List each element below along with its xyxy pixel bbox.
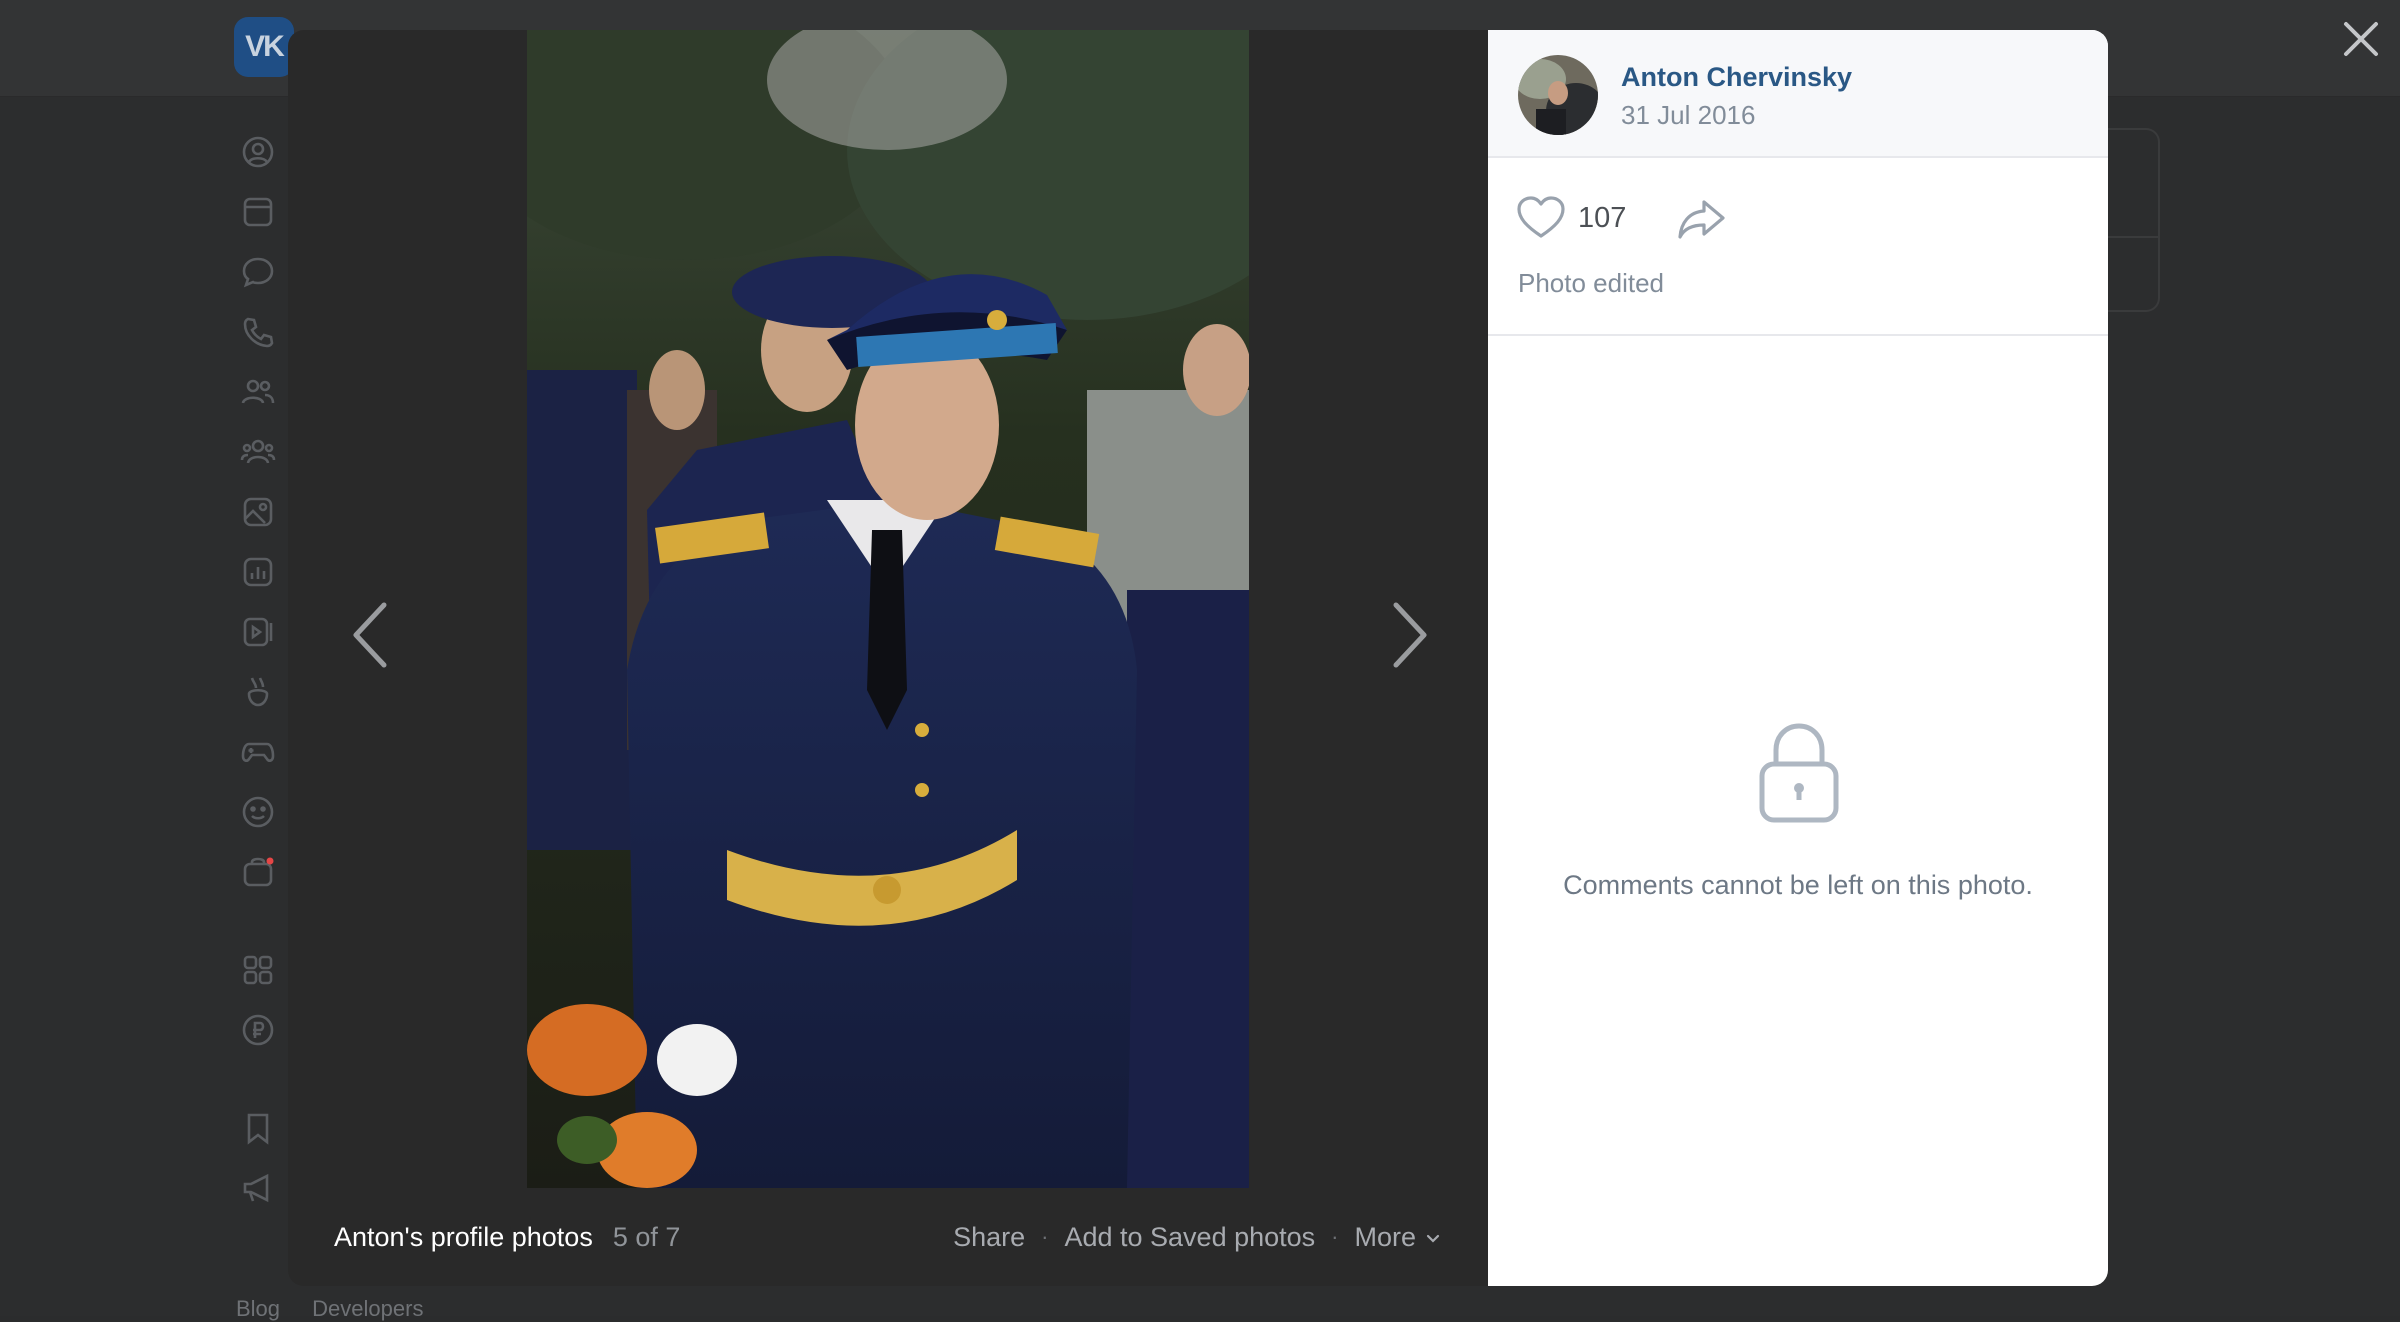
footer-link-blog[interactable]: Blog	[236, 1296, 280, 1321]
profile-icon[interactable]	[236, 130, 280, 174]
friends-icon[interactable]	[236, 370, 280, 414]
add-to-saved-link[interactable]: Add to Saved photos	[1064, 1222, 1315, 1253]
photo-viewer: Anton's profile photos 5 of 7 Share · Ad…	[288, 30, 2108, 1286]
like-button[interactable]: 107	[1516, 196, 1626, 240]
comments-disabled-message: Comments cannot be left on this photo.	[1563, 870, 2033, 900]
close-icon	[2344, 22, 2378, 56]
photo-area: Anton's profile photos 5 of 7 Share · Ad…	[288, 30, 1488, 1286]
close-viewer-button[interactable]	[2338, 16, 2384, 62]
market-icon[interactable]	[236, 850, 280, 894]
share-arrow-icon	[1678, 200, 1725, 239]
clips-icon[interactable]	[236, 670, 280, 714]
footer-link-developers[interactable]: Developers	[312, 1296, 423, 1321]
album-title-link[interactable]: Anton's profile photos	[334, 1222, 593, 1253]
author-header: Anton Chervinsky 31 Jul 2016	[1488, 30, 2108, 158]
share-button[interactable]	[1676, 196, 1728, 242]
author-name-link[interactable]: Anton Chervinsky	[1621, 62, 1852, 93]
photo-date[interactable]: 31 Jul 2016	[1621, 100, 1755, 131]
games-icon[interactable]	[236, 730, 280, 774]
background-card	[2108, 128, 2160, 312]
photo-image	[527, 30, 1249, 1188]
music-icon[interactable]	[236, 550, 280, 594]
services-icon[interactable]	[236, 948, 280, 992]
lock-icon	[1756, 720, 1842, 824]
separator-dot: ·	[1331, 1224, 1339, 1249]
photo-footer: Anton's profile photos 5 of 7 Share · Ad…	[288, 1188, 1488, 1286]
photo-reactions: 107 Photo edited	[1488, 158, 2108, 336]
more-label: More	[1354, 1221, 1416, 1252]
avatar[interactable]	[1518, 55, 1598, 135]
photo-position: 5 of 7	[612, 1221, 681, 1252]
photo-side-panel: Anton Chervinsky 31 Jul 2016 107 Photo e…	[1488, 30, 2108, 1286]
photo[interactable]	[527, 30, 1249, 1188]
chevron-down-icon	[1426, 1235, 1440, 1243]
vk-logo: VK	[234, 17, 294, 77]
next-photo-button[interactable]	[1370, 590, 1450, 680]
stickers-icon[interactable]	[236, 790, 280, 834]
footer-links: Blog Developers	[236, 1296, 449, 1322]
separator-dot: ·	[1041, 1224, 1049, 1249]
previous-photo-button[interactable]	[330, 590, 410, 680]
calls-icon[interactable]	[236, 310, 280, 354]
news-icon[interactable]	[236, 190, 280, 234]
chevron-right-icon	[1393, 602, 1427, 668]
messages-icon[interactable]	[236, 250, 280, 294]
heart-icon	[1517, 196, 1565, 238]
photo-actions: Share · Add to Saved photos · More	[953, 1222, 1442, 1253]
bookmarks-icon[interactable]	[236, 1106, 280, 1150]
more-menu-button[interactable]: More	[1354, 1222, 1442, 1253]
communities-icon[interactable]	[236, 430, 280, 474]
avatar-image	[1518, 55, 1598, 135]
photos-icon[interactable]	[236, 490, 280, 534]
ads-icon[interactable]	[236, 1166, 280, 1210]
payments-icon[interactable]	[236, 1008, 280, 1052]
like-count: 107	[1578, 201, 1627, 234]
videos-icon[interactable]	[236, 610, 280, 654]
chevron-left-icon	[353, 602, 387, 668]
photo-edited-note: Photo edited	[1518, 268, 1665, 298]
share-link[interactable]: Share	[953, 1222, 1025, 1253]
